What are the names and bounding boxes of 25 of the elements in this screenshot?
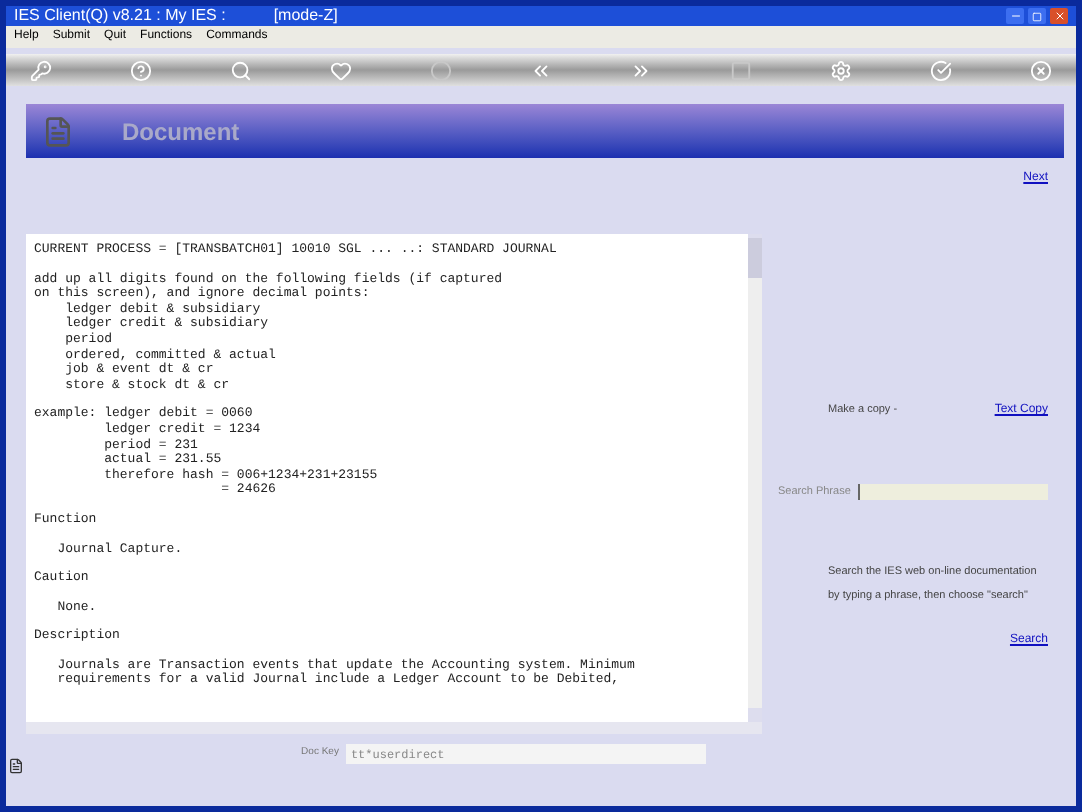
maximize-icon [1032, 11, 1042, 21]
close-icon[interactable] [1030, 59, 1052, 81]
help-icon[interactable] [130, 59, 152, 81]
search-phrase-field[interactable] [858, 484, 1048, 501]
heart-icon[interactable] [330, 59, 352, 81]
document-icon [42, 115, 74, 147]
horizontal-scrollbar[interactable] [26, 722, 762, 734]
settings-icon[interactable] [830, 59, 852, 81]
key-icon[interactable] [30, 59, 52, 81]
minimize-icon [1009, 10, 1021, 22]
mode-label: [mode-Z] [273, 4, 338, 28]
document-icon[interactable] [8, 758, 24, 774]
search-icon[interactable] [230, 59, 252, 81]
square-icon[interactable] [730, 59, 752, 81]
double-right-icon[interactable] [630, 59, 652, 81]
maximize-button[interactable] [1028, 8, 1046, 24]
close-icon [1053, 10, 1065, 22]
circle-icon[interactable] [430, 59, 452, 81]
page-title: Document [122, 115, 240, 149]
scrollbar[interactable] [748, 234, 762, 722]
window-title: IES Client(Q) v8.21 : My IES : [14, 4, 226, 28]
double-left-icon[interactable] [530, 59, 552, 81]
check-icon[interactable] [930, 59, 952, 81]
minimize-button[interactable] [1006, 8, 1024, 24]
close-button[interactable] [1050, 8, 1068, 24]
